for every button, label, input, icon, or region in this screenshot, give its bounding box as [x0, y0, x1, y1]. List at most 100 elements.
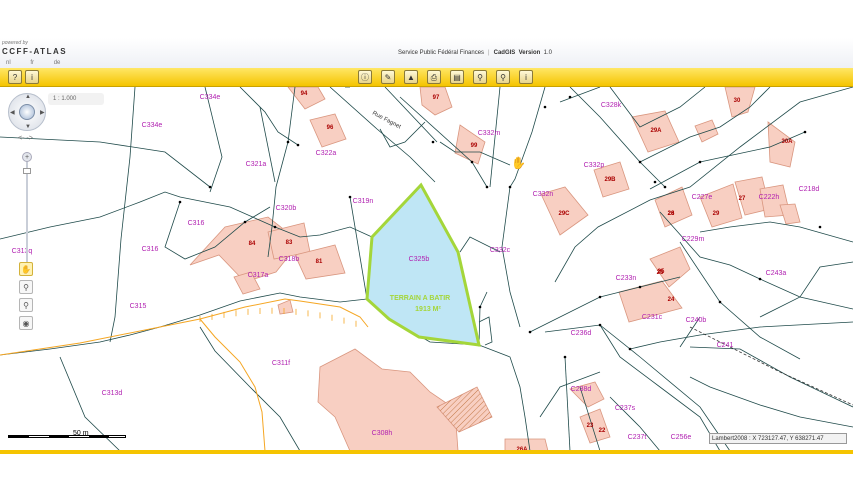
zoom-slider[interactable]: + — [22, 152, 32, 264]
pan-right-icon[interactable]: ▶ — [40, 109, 45, 116]
print-icon[interactable]: ⎙ — [427, 70, 441, 84]
parcel-boundary — [0, 191, 373, 240]
selected-parcel-label-line2: 1913 M² — [415, 306, 441, 313]
house-number: 22 — [599, 428, 606, 434]
pan-control[interactable]: ▲ ▼ ◀ ▶ — [8, 93, 46, 131]
parcel-label: C322a — [316, 150, 337, 157]
house-number: 23 — [587, 423, 594, 429]
zoom-plus-icon[interactable]: + — [22, 152, 32, 162]
parcel-boundary — [699, 221, 853, 243]
pan-down-icon[interactable]: ▼ — [25, 124, 31, 130]
orange-boundary — [0, 298, 369, 356]
boundary-point — [508, 185, 512, 189]
building — [419, 87, 453, 116]
parcel-label: C311f — [272, 360, 290, 367]
full-extent-icon[interactable]: ◉ — [19, 316, 33, 330]
zoom-out-icon[interactable]: ⚲ — [19, 298, 33, 312]
parcel-label: C334e — [142, 122, 163, 129]
parcel-label: C315 — [130, 303, 147, 310]
boundary-point — [348, 195, 352, 199]
parcel-boundary — [501, 87, 546, 328]
parcel-boundary — [199, 326, 301, 451]
parcel-label: C316 — [142, 246, 159, 253]
parcel-boundary — [564, 356, 571, 451]
lang-fr[interactable]: fr — [30, 60, 34, 66]
parcel-boundary — [349, 196, 368, 300]
pan-hand-icon[interactable]: ✋ — [19, 262, 33, 276]
document-icon[interactable]: ▤ — [450, 70, 464, 84]
zoom-arrows[interactable]: <- -> — [18, 135, 33, 142]
scale-display: 1 : 1.000 — [48, 93, 104, 105]
version-label: Version — [518, 50, 541, 56]
map-view[interactable]: C334e C334e C321a C322a C319n C332m C328k C332p… — [0, 87, 853, 451]
selected-parcel-outline[interactable] — [365, 182, 481, 347]
information-icon[interactable]: i — [519, 70, 533, 84]
bottom-border — [0, 450, 853, 454]
parcel-label: C320b — [276, 205, 297, 212]
identify-icon[interactable]: ⓘ — [358, 70, 372, 84]
lang-de[interactable]: de — [54, 60, 61, 66]
brand-name: CCFF-ATLAS — [2, 47, 68, 56]
parcel-boundary — [329, 87, 436, 183]
parcel-label: C308h — [372, 430, 393, 437]
lang-nl[interactable]: nl — [6, 60, 11, 66]
boundary-point — [243, 220, 247, 224]
zoom-slider-thumb[interactable] — [23, 168, 31, 174]
parcel-boundary — [679, 241, 801, 360]
parcel-label: C243a — [766, 270, 787, 277]
boundary-point — [568, 95, 572, 99]
boundary-point — [628, 347, 632, 351]
boundary-point — [638, 285, 642, 289]
cadastral-map[interactable]: C334e C334e C321a C322a C319n C332m C328k C332p… — [0, 87, 853, 451]
scale-bar-label: 50 m — [73, 430, 89, 437]
boundary-point — [296, 143, 300, 147]
house-number: 29B — [604, 177, 616, 183]
pan-center-icon[interactable] — [19, 104, 35, 120]
search-parcel-icon[interactable]: ⚲ — [496, 70, 510, 84]
building — [694, 119, 719, 143]
powered-by-text: powered by — [2, 40, 28, 46]
pan-left-icon[interactable]: ◀ — [10, 109, 15, 116]
parcel-boundary — [478, 316, 493, 346]
parcel-label: C313d — [102, 390, 123, 397]
boundary-point — [718, 300, 722, 304]
help-icon[interactable]: ? — [8, 70, 22, 84]
draw-icon[interactable]: ▲ — [404, 70, 418, 84]
house-number: 26 — [668, 211, 675, 217]
coordinates-readout: Lambert2008 : X 723127.47, Y 638271.47 — [709, 433, 847, 444]
boundary-point — [273, 225, 277, 229]
parcel-label: C237t — [628, 434, 647, 441]
parcel-boundary — [204, 87, 223, 193]
house-number: 29 — [713, 211, 720, 217]
parcel-label: C317a — [248, 272, 269, 279]
parcel-label: C332n — [533, 191, 554, 198]
building — [654, 186, 693, 228]
boundary-point — [431, 140, 435, 144]
hand-cursor-icon: ✋ — [511, 156, 526, 170]
version-number: 1.0 — [543, 50, 552, 56]
pan-up-icon[interactable]: ▲ — [25, 94, 31, 100]
parcel-label: C334e — [200, 94, 221, 101]
house-number: 25 — [657, 270, 664, 276]
parcel-boundary — [629, 321, 853, 350]
ccff-atlas-logo: powered by CCFF-ATLAS — [2, 40, 67, 56]
measure-icon[interactable]: ✎ — [381, 70, 395, 84]
building — [277, 299, 294, 315]
service-name: Service Public Fédéral Finances — [398, 50, 485, 56]
parcel-label: C227e — [692, 194, 713, 201]
buildings-layer — [189, 87, 801, 451]
parcel-label: C238d — [571, 386, 592, 393]
parcel-label: C237s — [615, 405, 636, 412]
orange-boundary-layer — [0, 298, 369, 451]
zoom-in-icon[interactable]: ⚲ — [19, 280, 33, 294]
scale-bar — [8, 435, 126, 438]
parcel-label: C233n — [616, 275, 637, 282]
language-switcher: nl fr de — [6, 60, 78, 66]
search-address-icon[interactable]: ⚲ — [473, 70, 487, 84]
selected-parcel-label-line1: TERRAIN A BATIR — [390, 295, 450, 302]
info-icon[interactable]: i — [25, 70, 39, 84]
parcel-boundary — [689, 376, 853, 428]
parcel-label: C316 — [188, 220, 205, 227]
side-tools: ✋ ⚲ ⚲ ◉ — [19, 262, 35, 334]
parcel-boundary — [239, 87, 299, 146]
